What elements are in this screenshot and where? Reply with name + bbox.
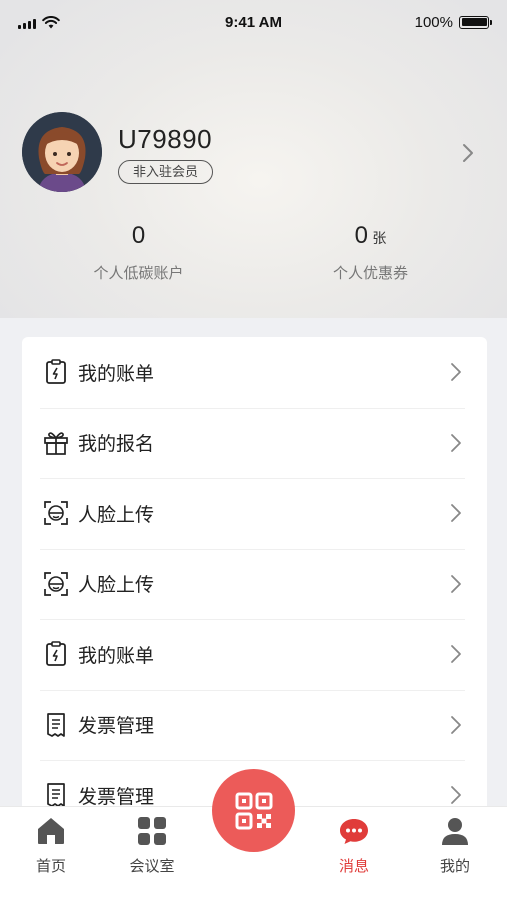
chevron-right-icon xyxy=(451,363,461,382)
bill-clipboard-icon xyxy=(42,640,70,668)
menu-item-face-upload-2[interactable]: 人脸上传 xyxy=(22,548,487,620)
stat-value: 0 xyxy=(354,222,368,249)
wifi-icon xyxy=(42,15,60,28)
low-carbon-account-stat[interactable]: 0 个人低碳账户 xyxy=(66,222,211,283)
gift-icon xyxy=(42,429,70,457)
menu-item-my-bill-2[interactable]: 我的账单 xyxy=(22,619,487,690)
status-indicators xyxy=(18,15,138,29)
menu-item-label: 我的账单 xyxy=(78,645,155,667)
home-icon xyxy=(38,818,64,844)
chevron-right-icon[interactable] xyxy=(460,142,476,164)
tab-meeting-room[interactable]: 会议室 xyxy=(112,815,192,876)
chevron-right-icon xyxy=(451,715,461,734)
tab-label: 消息 xyxy=(338,858,369,875)
stat-unit: 张 xyxy=(372,230,387,246)
menu-card: 我的账单 我的报名 人脸上传 人脸上传 我的账单 发票管理 发票管理 xyxy=(22,337,487,817)
person-icon xyxy=(442,818,468,845)
stat-label: 个人低碳账户 xyxy=(93,265,184,282)
coupon-stat[interactable]: 0 张 个人优惠券 xyxy=(298,222,443,283)
username: U79890 xyxy=(118,124,213,154)
cellular-signal-icon xyxy=(18,17,36,29)
user-avatar-icon[interactable] xyxy=(22,112,102,192)
invoice-icon xyxy=(42,711,70,739)
menu-item-my-bill[interactable]: 我的账单 xyxy=(22,337,487,408)
menu-item-label: 我的账单 xyxy=(78,363,155,385)
menu-item-label: 我的报名 xyxy=(78,434,155,456)
battery-percent: 100% xyxy=(414,13,453,31)
menu-item-invoice-management[interactable]: 发票管理 xyxy=(22,689,487,761)
status-bar: 9:41 AM 100% xyxy=(0,0,507,44)
battery-status: 100% xyxy=(369,13,492,31)
message-bubble-icon xyxy=(340,819,368,844)
membership-badge: 非入驻会员 xyxy=(118,160,214,184)
chevron-right-icon xyxy=(451,574,461,593)
stat-label: 个人优惠券 xyxy=(332,265,408,282)
tab-label: 首页 xyxy=(35,858,66,875)
stat-value: 0 xyxy=(131,222,146,249)
chevron-right-icon xyxy=(451,645,461,664)
tab-label: 我的 xyxy=(439,858,470,875)
status-time: 9:41 AM xyxy=(225,13,282,31)
menu-item-my-registration[interactable]: 我的报名 xyxy=(22,407,487,479)
menu-item-label: 人脸上传 xyxy=(78,575,155,597)
face-scan-icon xyxy=(42,499,70,527)
menu-item-label: 发票管理 xyxy=(78,716,155,738)
qr-code-icon xyxy=(235,792,272,829)
tab-mine[interactable]: 我的 xyxy=(415,815,495,876)
scan-qr-button[interactable] xyxy=(212,769,295,852)
tab-messages[interactable]: 消息 xyxy=(314,815,394,876)
bill-clipboard-icon xyxy=(42,358,70,386)
face-scan-icon xyxy=(42,570,70,598)
menu-item-face-upload[interactable]: 人脸上传 xyxy=(22,478,487,549)
tab-label: 会议室 xyxy=(129,858,175,875)
chevron-right-icon xyxy=(451,433,461,452)
menu-item-label: 发票管理 xyxy=(78,786,155,808)
grid-icon xyxy=(138,817,166,845)
chevron-right-icon xyxy=(451,504,461,523)
chevron-right-icon xyxy=(451,786,461,805)
tab-home[interactable]: 首页 xyxy=(11,815,91,876)
battery-icon xyxy=(459,15,492,29)
menu-item-label: 人脸上传 xyxy=(78,504,155,526)
